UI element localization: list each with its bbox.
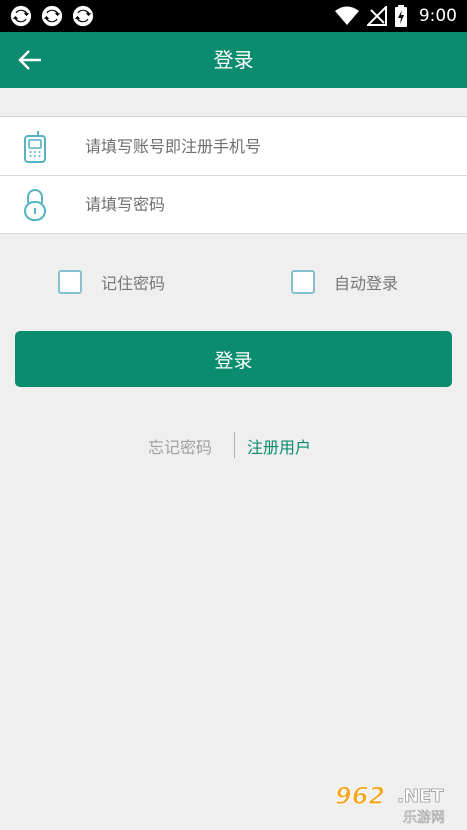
account-row (0, 117, 467, 175)
lock-icon (24, 189, 46, 221)
system-icons: 9:00 (334, 3, 457, 29)
register-link[interactable]: 注册用户 (247, 434, 311, 458)
wifi-icon (334, 6, 359, 25)
account-links: 忘记密码 注册用户 (0, 432, 467, 458)
login-form (0, 116, 467, 234)
app-header: 登录 (0, 32, 467, 88)
watermark-suffix: .NET (397, 786, 444, 807)
page-title: 登录 (213, 48, 254, 72)
phone-icon (24, 131, 46, 163)
login-button[interactable]: 登录 (15, 331, 452, 387)
status-bar: 9:00 (0, 0, 467, 32)
sync-icon (72, 5, 94, 27)
watermark-number: 962 (335, 782, 385, 810)
remember-password-checkbox[interactable] (58, 270, 82, 294)
battery-charging-icon (394, 5, 407, 27)
watermark-caption: 乐游网 (403, 810, 445, 826)
arrow-left-icon (18, 50, 41, 70)
auto-login-checkbox[interactable] (291, 270, 315, 294)
no-signal-icon (366, 6, 387, 26)
password-row (0, 175, 467, 233)
forgot-password-link[interactable]: 忘记密码 (148, 434, 212, 458)
auto-login-label: 自动登录 (334, 274, 399, 293)
remember-password-option[interactable]: 记住密码 (58, 268, 165, 296)
remember-password-label: 记住密码 (101, 274, 166, 293)
account-input[interactable] (85, 117, 445, 175)
sync-icon (10, 5, 32, 27)
auto-login-option[interactable]: 自动登录 (291, 268, 398, 296)
clock: 9:00 (418, 6, 457, 26)
site-watermark-logo: 962 .NET 乐游网 (335, 782, 446, 827)
notification-icons (10, 5, 94, 27)
sync-icon (41, 5, 63, 27)
password-input[interactable] (85, 175, 445, 233)
link-divider (234, 432, 235, 458)
back-button[interactable] (10, 42, 50, 78)
